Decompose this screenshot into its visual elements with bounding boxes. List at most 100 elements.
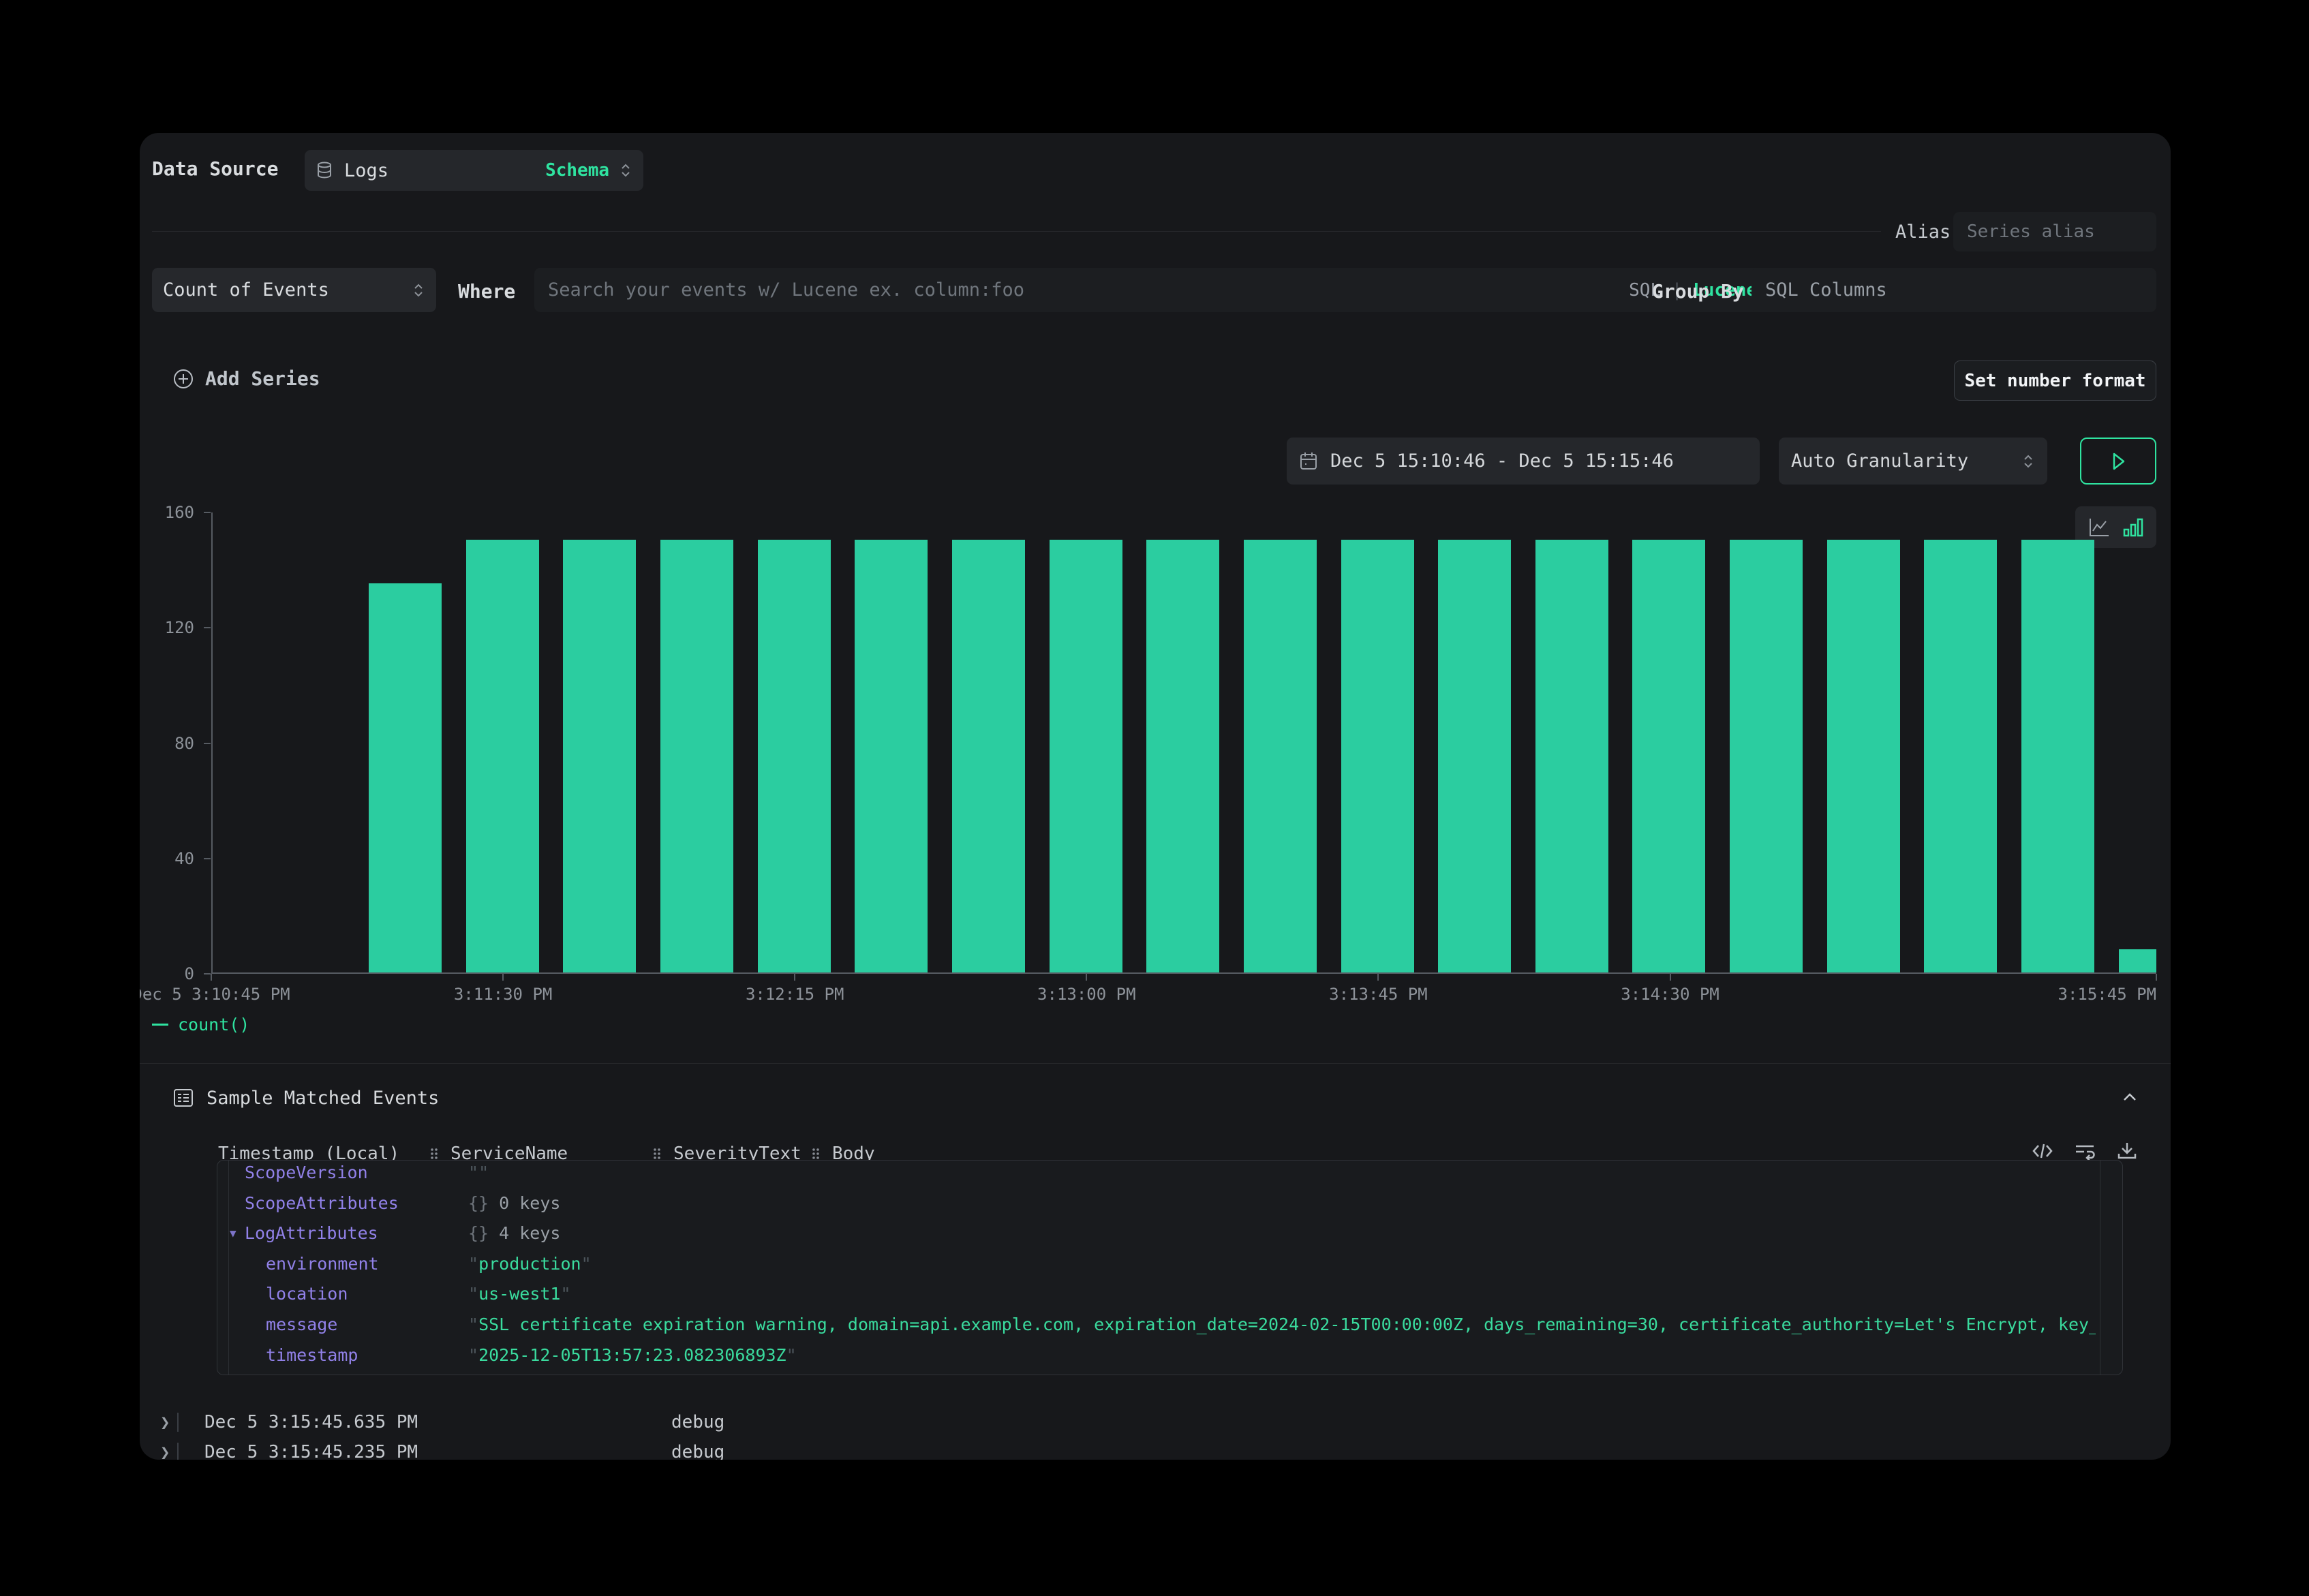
search-input[interactable] — [534, 279, 1629, 301]
json-row[interactable]: ▼LogAttributes{} 4 keys — [217, 1218, 2096, 1248]
json-key: message — [266, 1310, 337, 1340]
json-value: {} 0 keys — [468, 1188, 560, 1218]
json-row[interactable]: environment "production" — [217, 1249, 2096, 1279]
bar — [855, 540, 928, 972]
json-row[interactable]: location"us-west1" — [217, 1279, 2096, 1309]
legend-series-label: count() — [178, 1015, 249, 1034]
y-tick-mark — [204, 743, 211, 744]
event-rows: ❯ Dec 5 3:15:45.635 PM debug ❯ Dec 5 3:15:45… — [140, 1404, 2171, 1460]
time-range-value: Dec 5 15:10:46 - Dec 5 15:15:46 — [1330, 450, 1674, 472]
json-row[interactable]: ScopeAttributes {} 0 keys — [217, 1188, 2096, 1218]
x-tick-label: 3:12:15 PM — [746, 985, 844, 1004]
chart-plot — [211, 512, 2156, 974]
bar — [2119, 949, 2156, 972]
set-number-format-button[interactable]: Set number format — [1954, 360, 2156, 401]
where-label: Where — [458, 280, 515, 303]
schema-link[interactable]: Schema — [545, 160, 609, 181]
json-row[interactable]: message "SSL certificate expiration warni… — [217, 1310, 2096, 1340]
x-tick-mark — [794, 974, 795, 981]
json-key: environment — [266, 1249, 379, 1279]
granularity-value: Auto Granularity — [1791, 450, 1968, 472]
expander-triangle-icon[interactable]: ▼ — [230, 1218, 236, 1248]
bar — [1050, 540, 1122, 972]
bar — [466, 540, 539, 972]
y-tick-mark — [204, 627, 211, 628]
json-value: "production" — [468, 1249, 592, 1279]
expanded-event: ScopeVersion""ScopeAttributes {} 0 keys▼L… — [217, 1160, 2123, 1375]
bar — [563, 540, 636, 972]
expand-row-icon[interactable]: ❯ — [160, 1407, 170, 1437]
row-severity-bar — [177, 1443, 179, 1460]
run-query-button[interactable] — [2080, 438, 2156, 485]
json-row[interactable]: timestamp "2025-12-05T13:57:23.082306893Z… — [217, 1340, 2096, 1370]
row-timestamp: Dec 5 3:15:45.635 PM — [204, 1407, 418, 1437]
bar — [1146, 540, 1219, 972]
x-tick-label: 3:13:00 PM — [1037, 985, 1136, 1004]
events-section-header[interactable]: Sample Matched Events — [172, 1087, 439, 1109]
y-tick-label: 160 — [140, 502, 194, 523]
collapse-section-icon[interactable] — [2120, 1087, 2140, 1107]
granularity-select[interactable]: Auto Granularity — [1779, 438, 2047, 485]
row-severity: debug — [671, 1407, 724, 1437]
bar — [1827, 540, 1900, 972]
download-icon[interactable] — [2115, 1140, 2139, 1162]
play-icon — [2108, 450, 2128, 473]
bar — [1341, 540, 1414, 972]
y-tick-mark — [204, 858, 211, 859]
add-series-button[interactable]: Add Series — [172, 367, 320, 390]
json-value: "2025-12-05T13:57:23.082306893Z" — [468, 1340, 797, 1370]
json-key: timestamp — [266, 1340, 358, 1370]
y-tick-label: 80 — [140, 733, 194, 754]
x-tick-mark — [502, 974, 504, 981]
event-row[interactable]: ❯ Dec 5 3:15:45.235 PM debug — [140, 1437, 2171, 1460]
x-tick-mark — [1086, 974, 1087, 981]
y-axis: 04080120160 — [140, 512, 211, 974]
x-tick-label: 3:14:30 PM — [1621, 985, 1719, 1004]
y-tick-label: 40 — [140, 848, 194, 869]
row-severity: debug — [671, 1437, 724, 1460]
aggregation-select[interactable]: Count of Events — [152, 268, 436, 312]
json-value: {} 4 keys — [468, 1218, 560, 1248]
query-builder-panel: Data Source Logs Schema Alias Count of E… — [140, 133, 2171, 1460]
aggregation-value: Count of Events — [163, 279, 329, 301]
section-divider — [140, 1063, 2171, 1064]
expand-row-icon[interactable]: ❯ — [160, 1437, 170, 1460]
group-by-input[interactable] — [1752, 279, 2156, 301]
alias-input[interactable] — [1953, 221, 2156, 242]
row-timestamp: Dec 5 3:15:45.235 PM — [204, 1437, 418, 1460]
x-tick-label: 3:13:45 PM — [1329, 985, 1428, 1004]
code-icon[interactable] — [2031, 1140, 2054, 1162]
x-axis: Dec 5 3:10:45 PM3:11:30 PM3:12:15 PM3:13… — [211, 974, 2156, 1015]
wrap-text-icon[interactable] — [2073, 1140, 2096, 1162]
y-tick-label: 120 — [140, 617, 194, 638]
json-value: "" — [468, 1161, 489, 1188]
bar — [952, 540, 1025, 972]
time-range-picker[interactable]: Dec 5 15:10:46 - Dec 5 15:15:46 — [1287, 438, 1760, 485]
x-tick-label: Dec 5 3:10:45 PM — [140, 985, 290, 1004]
x-tick-label: 3:15:45 PM — [2058, 985, 2157, 1004]
chevron-updown-icon — [619, 162, 632, 179]
list-icon — [172, 1087, 194, 1109]
json-key: ScopeAttributes — [245, 1188, 399, 1218]
bar — [369, 583, 442, 972]
event-row[interactable]: ❯ Dec 5 3:15:45.635 PM debug — [140, 1407, 2171, 1437]
bar — [1924, 540, 1997, 972]
group-by-box — [1752, 268, 2156, 312]
events-section-title: Sample Matched Events — [207, 1088, 439, 1109]
json-rows: ScopeVersion""ScopeAttributes {} 0 keys▼L… — [217, 1161, 2096, 1375]
y-tick-mark — [204, 512, 211, 513]
x-tick-mark — [1377, 974, 1379, 981]
chart-legend[interactable]: count() — [152, 1015, 249, 1034]
calendar-icon — [1299, 451, 1318, 472]
bar — [1244, 540, 1317, 972]
chart-area: 04080120160 Dec 5 3:10:45 PM3:11:30 PM3:… — [140, 512, 2171, 994]
data-source-label: Data Source — [152, 157, 278, 180]
y-tick-label: 0 — [140, 964, 194, 984]
data-source-select[interactable]: Logs Schema — [305, 150, 643, 191]
json-value: "SSL certificate expiration warning, dom… — [468, 1310, 2096, 1340]
json-row[interactable]: ScopeVersion"" — [217, 1161, 2096, 1188]
bar — [758, 540, 831, 972]
bar — [1632, 540, 1705, 972]
json-key: location — [266, 1279, 348, 1309]
events-toolbar — [2031, 1140, 2139, 1162]
